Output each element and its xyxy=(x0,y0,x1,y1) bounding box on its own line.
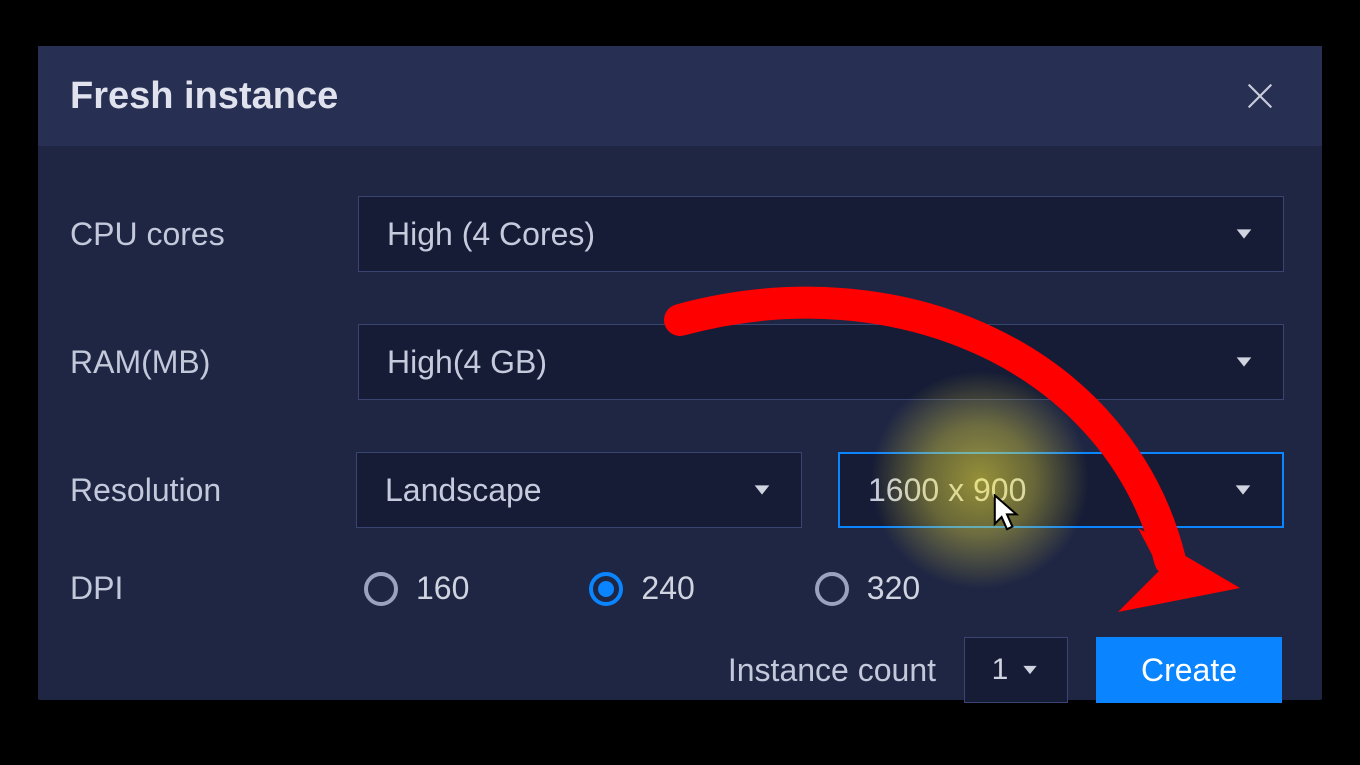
resolution-row: Resolution Landscape 1600 x 900 xyxy=(70,452,1284,528)
close-button[interactable] xyxy=(1238,74,1282,118)
dialog-content: CPU cores High (4 Cores) RAM(MB) High(4 … xyxy=(38,146,1322,703)
instance-count-select[interactable]: 1 xyxy=(964,637,1068,703)
dpi-240-label: 240 xyxy=(641,570,694,607)
caret-down-icon xyxy=(1232,472,1254,509)
ram-row: RAM(MB) High(4 GB) xyxy=(70,324,1284,400)
dpi-label: DPI xyxy=(70,570,360,607)
resolution-value: 1600 x 900 xyxy=(868,472,1026,509)
caret-down-icon xyxy=(751,472,773,509)
dpi-160-label: 160 xyxy=(416,570,469,607)
dpi-radio-320[interactable]: 320 xyxy=(815,570,920,607)
fresh-instance-dialog: Fresh instance CPU cores High (4 Cores) … xyxy=(38,46,1322,700)
ram-label: RAM(MB) xyxy=(70,344,358,381)
create-button-label: Create xyxy=(1141,652,1237,689)
cpu-select[interactable]: High (4 Cores) xyxy=(358,196,1284,272)
dpi-row: DPI 160 240 320 xyxy=(70,570,1284,607)
radio-icon xyxy=(364,572,398,606)
dpi-radio-240[interactable]: 240 xyxy=(589,570,694,607)
radio-icon xyxy=(589,572,623,606)
create-button[interactable]: Create xyxy=(1096,637,1282,703)
caret-down-icon xyxy=(1020,660,1040,680)
ram-select[interactable]: High(4 GB) xyxy=(358,324,1284,400)
titlebar: Fresh instance xyxy=(38,46,1322,146)
cpu-row: CPU cores High (4 Cores) xyxy=(70,196,1284,272)
orientation-select[interactable]: Landscape xyxy=(356,452,802,528)
instance-count-value: 1 xyxy=(992,653,1009,687)
instance-count-label: Instance count xyxy=(728,652,936,689)
caret-down-icon xyxy=(1233,344,1255,381)
dpi-320-label: 320 xyxy=(867,570,920,607)
dpi-radio-160[interactable]: 160 xyxy=(364,570,469,607)
ram-value: High(4 GB) xyxy=(387,344,547,381)
radio-icon xyxy=(815,572,849,606)
cpu-value: High (4 Cores) xyxy=(387,216,595,253)
dpi-radio-group: 160 240 320 xyxy=(360,570,920,607)
dialog-title: Fresh instance xyxy=(70,75,338,118)
resolution-select[interactable]: 1600 x 900 xyxy=(838,452,1284,528)
close-icon xyxy=(1243,79,1277,113)
radio-dot-icon xyxy=(598,581,614,597)
dialog-footer: Instance count 1 Create xyxy=(70,637,1284,703)
caret-down-icon xyxy=(1233,216,1255,253)
cpu-label: CPU cores xyxy=(70,216,358,253)
orientation-value: Landscape xyxy=(385,472,542,509)
resolution-label: Resolution xyxy=(70,472,356,509)
